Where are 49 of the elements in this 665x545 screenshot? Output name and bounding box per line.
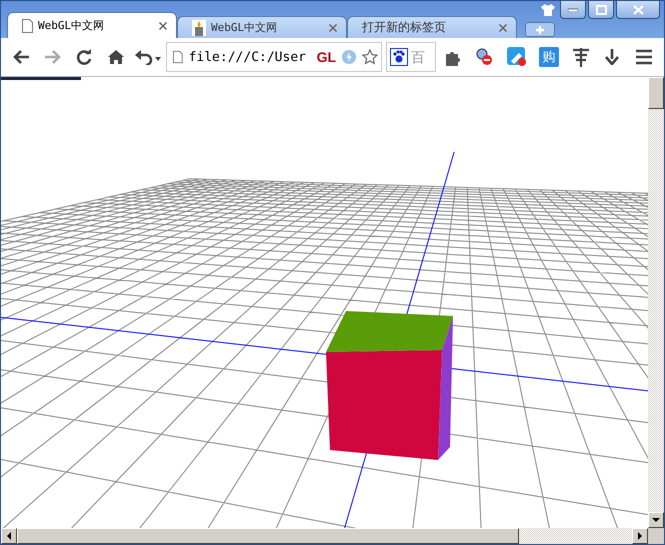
scroll-left-button[interactable]: [1, 528, 17, 544]
tab-close-button[interactable]: [328, 22, 338, 32]
maximize-icon: [596, 4, 606, 14]
candle-icon: [192, 20, 206, 36]
close-window-button[interactable]: [616, 1, 660, 19]
scrollbar-thumb[interactable]: [17, 528, 519, 544]
theme-button[interactable]: [538, 1, 558, 19]
undo-arrow-icon: [135, 49, 162, 65]
browser-tab[interactable]: WebGL中文网: [177, 16, 347, 38]
plus-icon: [535, 24, 545, 34]
pen-square-icon: [507, 47, 528, 67]
right-triangle-icon: [638, 532, 642, 540]
tab-title: WebGL中文网: [38, 18, 106, 33]
forward-arrow-icon: [44, 49, 62, 65]
minimize-icon: [568, 8, 578, 12]
page-icon: [172, 50, 183, 64]
scrollbar-thumb[interactable]: [648, 77, 664, 109]
close-icon: [499, 24, 507, 32]
browser-tab[interactable]: 打开新的标签页: [347, 16, 517, 38]
maximize-button[interactable]: [588, 1, 614, 19]
minimize-button[interactable]: [560, 1, 586, 19]
shirt-icon: [541, 4, 555, 16]
home-icon: [108, 49, 124, 65]
new-tab-button[interactable]: [525, 22, 555, 37]
search-field[interactable]: 百: [386, 42, 436, 72]
reload-icon: [76, 49, 92, 65]
page-icon: [22, 18, 33, 32]
down-triangle-icon: [652, 518, 660, 522]
browser-tab[interactable]: WebGL中文网: [7, 12, 177, 38]
scroll-down-button[interactable]: [648, 512, 664, 528]
paw-icon: [390, 48, 408, 66]
left-triangle-icon: [7, 532, 11, 540]
close-icon: [329, 24, 337, 32]
tab-title: 打开新的标签页: [362, 19, 447, 36]
address-bar[interactable]: file:///C:/User GL: [166, 42, 382, 72]
star-icon: [362, 48, 378, 66]
close-icon: [632, 4, 644, 14]
tab-title: WebGL中文网: [211, 20, 278, 35]
lightning-icon: [342, 49, 356, 65]
down-arrow-icon: [605, 49, 620, 65]
vertical-scrollbar[interactable]: [648, 77, 664, 528]
tab-close-button[interactable]: [158, 20, 168, 30]
back-arrow-icon: [12, 49, 30, 65]
menu-icon: [636, 49, 652, 65]
close-icon: [159, 22, 167, 30]
scrollbar-corner: [648, 528, 664, 544]
extension-badge[interactable]: GL: [316, 49, 336, 65]
tab-close-button[interactable]: [498, 22, 508, 32]
scroll-right-button[interactable]: [632, 528, 648, 544]
